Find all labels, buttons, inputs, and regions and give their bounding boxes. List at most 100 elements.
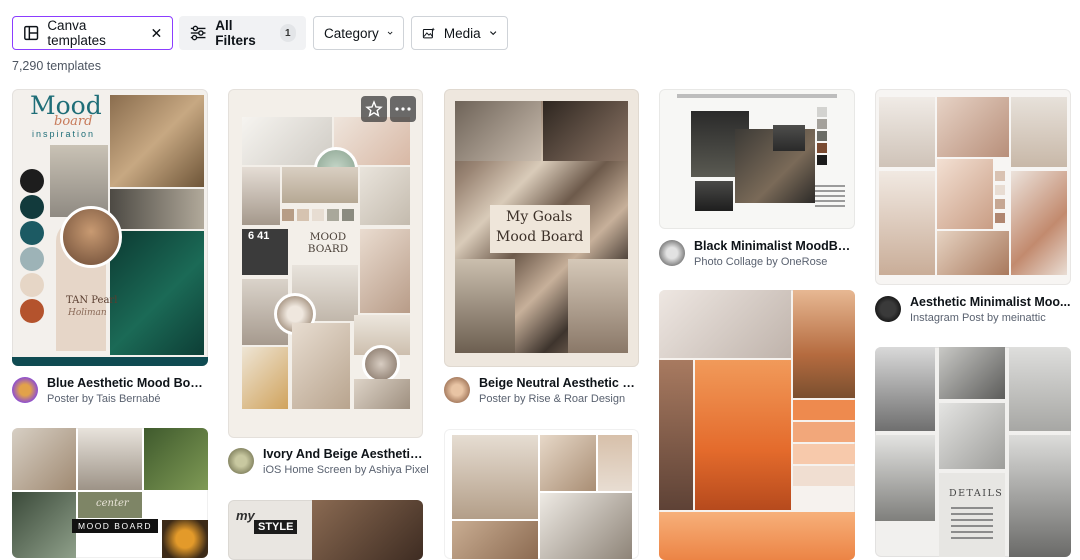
map-photo xyxy=(110,95,204,187)
inspiration-heading: inspiration xyxy=(32,129,96,139)
lemons-photo xyxy=(242,347,288,409)
sand-photo xyxy=(282,167,358,203)
small-circle xyxy=(362,345,400,383)
board-heading: board xyxy=(54,114,93,129)
template-card-ivory-beige[interactable]: 6 41 MOOD BOARD xyxy=(228,89,423,438)
collage-photo xyxy=(543,101,628,161)
collage-title-strip xyxy=(677,94,837,98)
creator-avatar xyxy=(659,240,685,266)
caption-lines xyxy=(815,185,845,207)
color-swatch xyxy=(20,169,44,193)
template-card-beige-neutral[interactable]: My Goals Mood Board xyxy=(444,89,639,367)
category-label: Category xyxy=(324,25,379,41)
card-subtitle[interactable]: Poster by Tais Bernabé xyxy=(47,391,207,407)
palette-square xyxy=(995,199,1005,209)
palette-square xyxy=(817,131,827,141)
kitchen-photo xyxy=(773,125,805,151)
card-title[interactable]: Ivory And Beige Aesthetic ... xyxy=(263,446,424,462)
collage-photo xyxy=(455,101,541,161)
palm-photo xyxy=(144,428,208,490)
laptop-photo xyxy=(540,493,632,559)
center-label: center xyxy=(96,498,129,509)
laptop-photo xyxy=(12,492,76,558)
card-bottom-stripe xyxy=(12,357,208,366)
vase-photo xyxy=(695,181,733,211)
creator-avatar xyxy=(228,448,254,474)
color-swatch xyxy=(20,299,44,323)
mood-board-label: MOOD BOARD xyxy=(72,519,159,533)
card-subtitle[interactable]: Instagram Post by meinattic xyxy=(910,310,1071,326)
palette-square xyxy=(282,209,294,221)
template-card-orange-collage[interactable] xyxy=(659,290,855,560)
media-dropdown[interactable]: Media xyxy=(411,16,508,50)
soft-fabric-photo xyxy=(659,290,791,358)
palette-square xyxy=(342,209,354,221)
canva-templates-chip-label: Canva templates xyxy=(47,18,106,48)
vase-photo xyxy=(452,435,538,519)
bed-photo xyxy=(360,167,410,225)
palette-square xyxy=(327,209,339,221)
card-meta: Blue Aesthetic Mood Boar... Poster by Ta… xyxy=(12,375,208,407)
style-label: STYLE xyxy=(254,520,298,534)
collage-photo xyxy=(455,259,515,353)
card-subtitle[interactable]: Photo Collage by OneRose xyxy=(694,254,855,270)
card-title[interactable]: Beige Neutral Aesthetic M... xyxy=(479,375,640,391)
card-title[interactable]: Aesthetic Minimalist Moo... xyxy=(910,294,1071,310)
objects-photo xyxy=(875,435,935,521)
holiman-label: Holiman xyxy=(68,308,107,318)
more-options-icon[interactable] xyxy=(390,96,416,122)
close-icon[interactable] xyxy=(151,27,162,39)
card-meta: Ivory And Beige Aesthetic ... iOS Home S… xyxy=(228,446,429,478)
shadow-photo xyxy=(292,323,350,409)
shapes-photo xyxy=(939,403,1005,469)
mood-board-title: Mood Board xyxy=(496,229,584,245)
template-card-grey-details[interactable]: DETAILS xyxy=(875,347,1071,557)
bedroom-photo xyxy=(110,189,204,229)
color-swatch xyxy=(20,195,44,219)
card-subtitle[interactable]: iOS Home Screen by Ashiya Pixel xyxy=(263,462,429,478)
template-card-neutral-collage[interactable] xyxy=(444,429,639,559)
card-title[interactable]: Black Minimalist MoodBo... xyxy=(694,238,855,254)
template-card-aesthetic-minimalist[interactable] xyxy=(875,89,1071,285)
woman-photo xyxy=(242,167,280,225)
portrait-circle xyxy=(60,206,122,268)
card-title[interactable]: Blue Aesthetic Mood Boar... xyxy=(47,375,207,391)
creator-avatar xyxy=(12,377,38,403)
media-image-icon xyxy=(422,27,436,39)
architecture-photo xyxy=(939,347,1005,399)
color-swatch xyxy=(20,221,44,245)
color-swatch xyxy=(20,247,44,271)
all-filters-button[interactable]: All Filters 1 xyxy=(179,16,306,50)
my-goals-title: My Goals xyxy=(506,209,573,225)
sunflower-photo xyxy=(162,520,208,558)
beach-photo xyxy=(659,512,855,560)
color-swatch xyxy=(20,273,44,297)
palette-square xyxy=(312,209,324,221)
palette-square xyxy=(995,171,1005,181)
template-card-my-style[interactable]: my STYLE xyxy=(228,500,423,560)
media-label: Media xyxy=(443,25,481,41)
sliders-icon xyxy=(190,25,206,41)
all-filters-label: All Filters xyxy=(215,18,256,48)
leaf-photo xyxy=(110,231,204,355)
swatch-photo xyxy=(598,435,632,491)
woman-hat-photo xyxy=(540,435,596,491)
template-card-blue-aesthetic[interactable]: Mood board inspiration TAN Pearl Holiman xyxy=(12,89,208,366)
template-card-black-minimalist[interactable] xyxy=(659,89,855,229)
favorite-star-icon[interactable] xyxy=(361,96,387,122)
forest-photo xyxy=(659,360,693,510)
card-meta: Beige Neutral Aesthetic M... Poster by R… xyxy=(444,375,640,407)
color-strip xyxy=(793,444,855,464)
card-subtitle[interactable]: Poster by Rise & Roar Design xyxy=(479,391,640,407)
template-card-mood-board-collage[interactable]: center MOOD BOARD xyxy=(12,428,208,558)
sand-photo xyxy=(452,521,538,559)
palette-square xyxy=(297,209,309,221)
category-dropdown[interactable]: Category xyxy=(313,16,404,50)
cups-photo xyxy=(879,97,935,167)
palette-square xyxy=(817,107,827,117)
person-photo xyxy=(78,428,142,490)
hand-photo xyxy=(937,159,993,229)
creator-avatar xyxy=(875,296,901,322)
canva-templates-filter-chip[interactable]: Canva templates xyxy=(12,16,173,50)
card-meta: Aesthetic Minimalist Moo... Instagram Po… xyxy=(875,294,1071,326)
